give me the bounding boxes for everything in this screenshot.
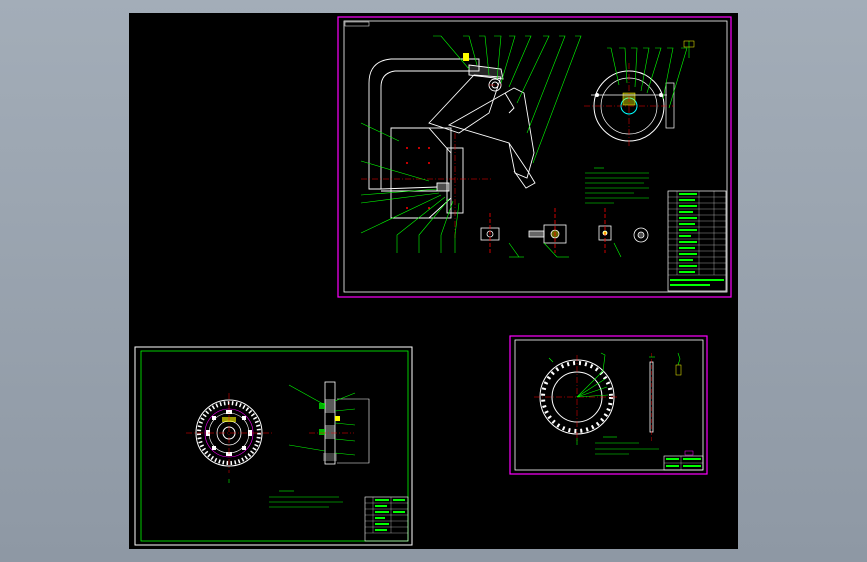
title-block: [663, 450, 704, 471]
cad-viewer-viewport[interactable]: [0, 0, 867, 562]
flywheel-view: [584, 40, 695, 148]
drawing-number-box: [344, 21, 370, 27]
sheet-clutch-disc[interactable]: [134, 346, 413, 546]
friction-ring-front-view: [534, 352, 619, 445]
technical-notes: [269, 490, 343, 508]
sheet-border-inner: [514, 339, 704, 471]
friction-ring-section-view: [649, 352, 682, 441]
detail-views: [480, 208, 649, 253]
model-space[interactable]: [129, 13, 738, 549]
technical-notes: [585, 167, 649, 204]
clutch-disc-front-view: [186, 393, 272, 473]
title-block-bom: [364, 496, 409, 542]
sheet-border-outer: [509, 335, 708, 475]
detail-leaders: [508, 242, 622, 258]
clutch-disc-section-view: [288, 381, 370, 465]
drawing-canvas[interactable]: [129, 13, 738, 549]
centerlines: [361, 84, 501, 238]
technical-notes: [595, 436, 659, 455]
sheet-border-inner: [140, 350, 409, 542]
sheet-friction-ring[interactable]: [509, 335, 708, 475]
sheet-border-outer: [134, 346, 413, 546]
title-block-bom: [667, 190, 727, 292]
part-marker: [463, 53, 469, 61]
sheet-pedal-assembly[interactable]: [337, 16, 732, 298]
